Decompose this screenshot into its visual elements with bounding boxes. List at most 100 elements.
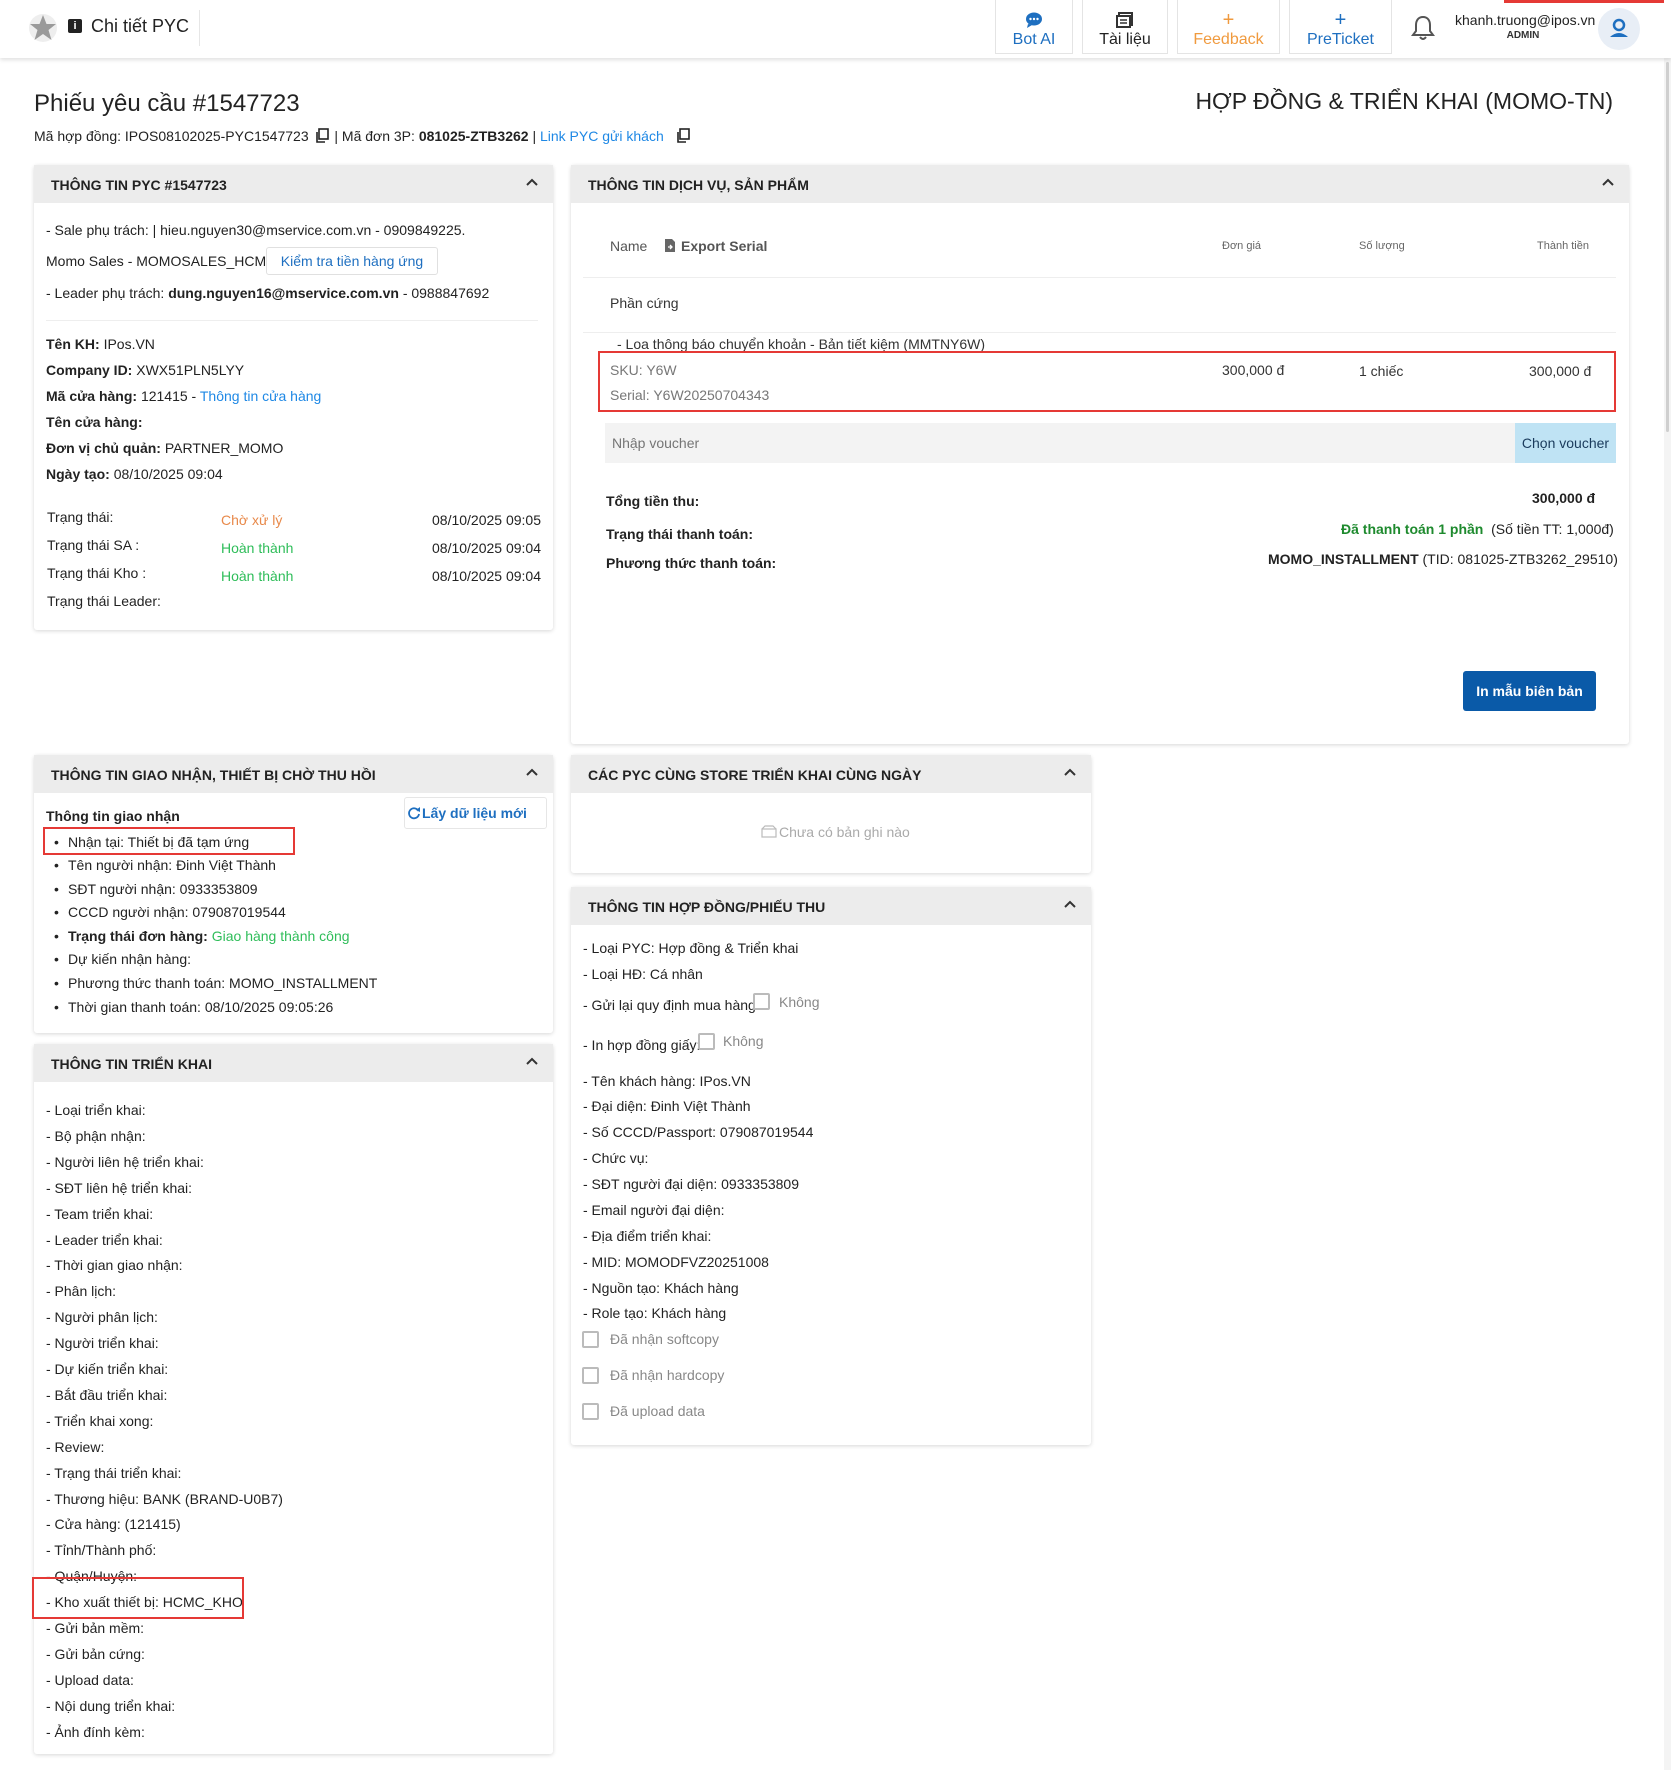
card-header[interactable]: THÔNG TIN DỊCH VỤ, SẢN PHẨM [571,165,1629,203]
field-label: Mã cửa hàng: [46,388,138,404]
list-item: CCCD người nhận: 079087019544 [54,904,286,920]
customer-link[interactable]: Link PYC gửi khách [540,128,664,144]
payment-method-note: (TID: 081025-ZTB3262_29510) [1422,551,1618,567]
hardcopy-checkbox[interactable] [582,1367,599,1384]
chevron-up-icon[interactable] [1601,177,1615,187]
bot-ai-label: Bot AI [1012,31,1056,48]
user-email[interactable]: khanh.truong@ipos.vn [1455,12,1595,28]
col-name: Name [610,238,648,254]
same-store-card: CÁC PYC CÙNG STORE TRIỂN KHAI CÙNG NGÀY … [571,755,1091,873]
card-header[interactable]: THÔNG TIN GIAO NHẬN, THIẾT BỊ CHỜ THU HỒ… [34,755,553,793]
upload-data-checkbox[interactable] [582,1403,599,1420]
user-icon [1610,18,1628,37]
card-title: THÔNG TIN PYC #1547723 [51,177,227,193]
deployment-line: - Tỉnh/Thành phố: [46,1542,157,1559]
deployment-line: - Người liên hệ triển khai: [46,1153,204,1170]
owner-unit-row: Đơn vị chủ quản: PARTNER_MOMO [46,440,283,456]
deployment-line: - Triển khai xong: [46,1412,154,1429]
voucher-input[interactable] [605,423,1515,463]
payment-status-value: Đã thanh toán 1 phần [1341,521,1484,537]
request-title: Phiếu yêu cầu #1547723 [34,90,300,117]
contract-code: Mã hợp đồng: IPOS08102025-PYC1547723 [34,128,309,144]
export-serial-button[interactable]: Export Serial [681,238,767,254]
order-code: 081025-ZTB3262 [418,128,529,144]
contract-line: - SĐT người đại diện: 0933353809 [583,1176,799,1192]
leader-phone: - 0988847692 [402,285,490,301]
bot-ai-button[interactable]: Bot AI [995,0,1073,54]
field-label: Company ID: [46,362,133,378]
delivery-card: THÔNG TIN GIAO NHẬN, THIẾT BỊ CHỜ THU HỒ… [34,755,553,1033]
col-qty: Số lượng [1359,240,1405,252]
refresh-data-button[interactable]: Lấy dữ liệu mới [404,797,547,829]
order-status-item: Trạng thái đơn hàng: Giao hàng thành côn… [54,928,350,944]
chevron-up-icon[interactable] [525,177,539,187]
list-item: Thời gian thanh toán: 08/10/2025 09:05:2… [54,999,333,1015]
chevron-up-icon[interactable] [1063,767,1077,777]
star-logo-icon[interactable] [28,13,58,43]
total-label: Tổng tiền thu: [606,493,700,509]
print-template-button[interactable]: In mẫu biên bản [1463,671,1596,711]
deployment-line: - Người triển khai: [46,1335,159,1352]
copy-icon[interactable] [676,128,690,143]
documents-button[interactable]: Tài liệu [1082,0,1168,54]
field-value: PARTNER_MOMO [164,440,284,456]
card-title: THÔNG TIN DỊCH VỤ, SẢN PHẨM [588,177,809,193]
refresh-icon [408,807,420,820]
page-title: Chi tiết PYC [91,16,190,36]
empty-box-icon [761,825,777,838]
leader-line: - Leader phụ trách: dung.nguyen16@mservi… [46,285,489,301]
store-name-row: Tên cửa hàng: [46,414,142,430]
deployment-line: - Upload data: [46,1671,134,1688]
card-title: THÔNG TIN HỢP ĐỒNG/PHIẾU THU [588,899,826,915]
field-label: Tên KH: [46,336,100,352]
sale-line: - Sale phụ trách: | hieu.nguyen30@mservi… [46,222,466,238]
scrollbar-thumb[interactable] [1666,62,1669,432]
book-icon [1083,12,1167,28]
chevron-up-icon[interactable] [1063,899,1077,909]
store-info-link[interactable]: Thông tin cửa hàng [200,388,321,404]
sales-team: Momo Sales - MOMOSALES_HCM [46,253,267,269]
field-value: 121415 - [140,388,197,404]
deployment-line: - Review: [46,1438,105,1455]
contract-type: HỢP ĐỒNG & TRIỂN KHAI (MOMO-TN) [1195,88,1613,114]
preticket-button[interactable]: + PreTicket [1289,0,1392,54]
payment-status-line: Đã thanh toán 1 phần (Số tiền TT: 1,000đ… [1341,521,1614,537]
top-bar: i Chi tiết PYC Bot AI Tài liệu + Feedbac… [0,0,1671,58]
softcopy-checkbox[interactable] [582,1331,599,1348]
contract-line: - Đại diện: Đinh Việt Thành [583,1098,751,1114]
deployment-line: - Team triển khai: [46,1205,154,1222]
list-item: Phương thức thanh toán: MOMO_INSTALLMENT [54,975,377,991]
contract-line: - Email người đại diện: [583,1202,725,1218]
print-contract-checkbox[interactable] [698,1033,715,1050]
order-status-value: Giao hàng thành công [211,928,350,944]
choose-voucher-button[interactable]: Chọn voucher [1515,423,1616,463]
created-date-row: Ngày tạo: 08/10/2025 09:04 [46,466,223,482]
copy-icon[interactable] [315,128,329,143]
card-header[interactable]: THÔNG TIN HỢP ĐỒNG/PHIẾU THU [571,887,1091,925]
chevron-up-icon[interactable] [525,1056,539,1066]
plus-icon: + [1334,9,1347,31]
hardcopy-label: Đã nhận hardcopy [610,1367,725,1383]
separator: | [532,128,537,144]
field-label: Đơn vị chủ quản: [46,440,161,456]
avatar[interactable] [1598,8,1640,50]
chevron-up-icon[interactable] [525,767,539,777]
product-group: Phần cứng [610,295,679,311]
check-advance-button[interactable]: Kiểm tra tiền hàng ứng [266,247,438,275]
card-header[interactable]: CÁC PYC CÙNG STORE TRIỂN KHAI CÙNG NGÀY [571,755,1091,793]
card-header[interactable]: THÔNG TIN TRIỂN KHAI [34,1044,553,1082]
print-contract-value: Không [723,1033,764,1049]
payment-status-note: (Số tiền TT: 1,000đ) [1491,521,1614,537]
feedback-button[interactable]: + Feedback [1177,0,1280,54]
order-status-label: Trạng thái đơn hàng: [68,928,208,944]
resend-rules-checkbox[interactable] [753,993,770,1010]
col-price: Đơn giá [1222,240,1262,252]
bell-icon[interactable] [1410,14,1436,42]
deployment-line: - Nội dung triển khai: [46,1697,176,1714]
list-item: SĐT người nhận: 0933353809 [54,881,258,897]
card-header[interactable]: THÔNG TIN PYC #1547723 [34,165,553,203]
leader-prefix: - Leader phụ trách: [46,285,165,301]
file-export-icon[interactable] [664,238,676,253]
highlight-box [32,1577,244,1619]
contract-line: - Số CCCD/Passport: 079087019544 [583,1124,814,1140]
